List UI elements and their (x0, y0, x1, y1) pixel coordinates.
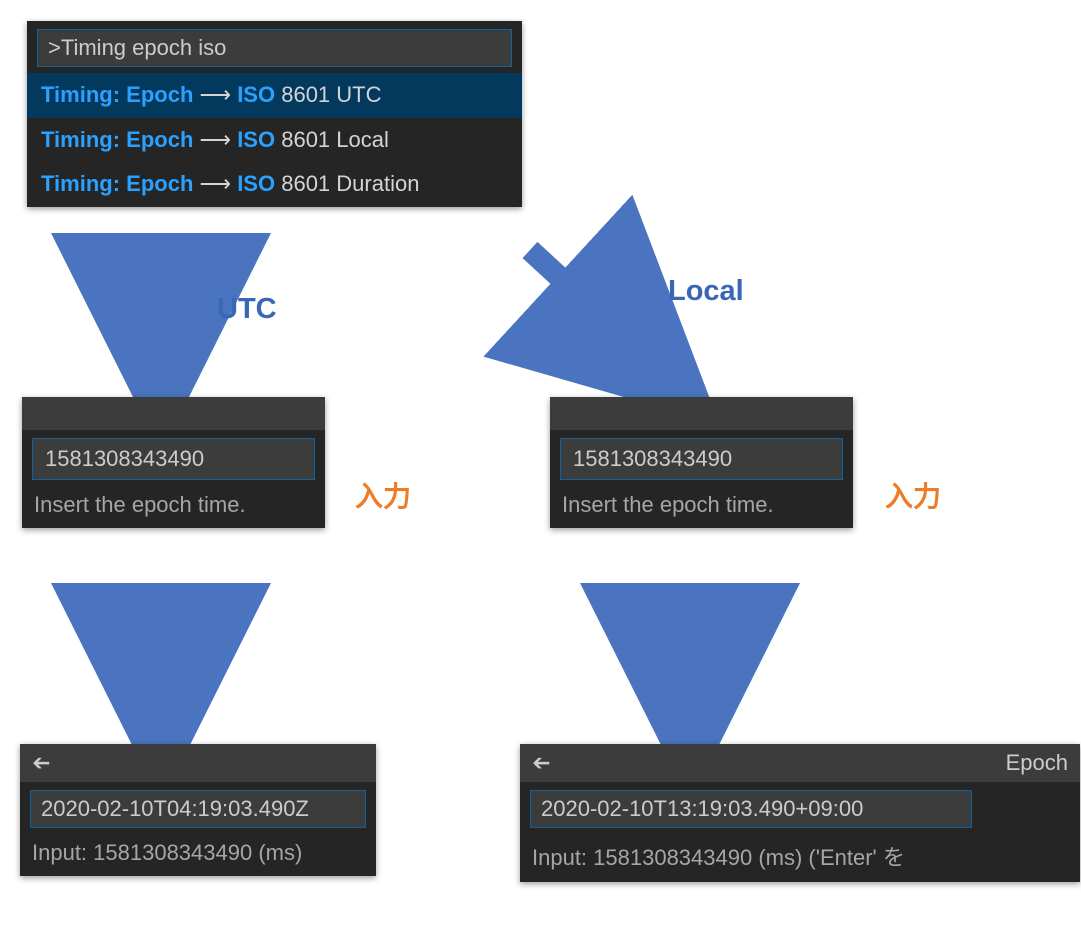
local-input-panel: Insert the epoch time. (550, 397, 853, 528)
jp-label-utc: 入力 (355, 475, 411, 515)
epoch-input-local[interactable] (560, 438, 843, 480)
epoch-input-utc[interactable] (32, 438, 315, 480)
branch-label-local: Local (668, 275, 744, 308)
utc-result-panel: ➔ 2020-02-10T04:19:03.490Z Input: 158130… (20, 744, 376, 876)
result-field-local[interactable]: 2020-02-10T13:19:03.490+09:00 (530, 790, 972, 828)
epoch-input-utc-field[interactable] (43, 445, 308, 473)
utc-input-panel: Insert the epoch time. (22, 397, 325, 528)
back-icon[interactable]: ➔ (532, 750, 550, 776)
titlebar (22, 397, 325, 430)
result-bar-local: ➔ Epoch (520, 744, 1080, 782)
command-palette: >Timing epoch iso Timing: Epoch ⟶ ISO 86… (27, 21, 522, 207)
command-palette-input[interactable]: >Timing epoch iso (37, 29, 512, 67)
result-hint-local: Input: 1581308343490 (ms) ('Enter' を (520, 834, 1080, 882)
back-icon[interactable]: ➔ (32, 750, 50, 776)
result-field-utc[interactable]: 2020-02-10T04:19:03.490Z (30, 790, 366, 828)
command-palette-list: Timing: Epoch ⟶ ISO 8601 UTC Timing: Epo… (27, 73, 522, 207)
command-item-duration[interactable]: Timing: Epoch ⟶ ISO 8601 Duration (27, 162, 522, 207)
jp-label-local: 入力 (885, 475, 941, 515)
command-item-local[interactable]: Timing: Epoch ⟶ ISO 8601 Local (27, 118, 522, 163)
result-title-right-local: Epoch (1006, 750, 1068, 776)
result-bar-utc: ➔ (20, 744, 376, 782)
command-item-utc[interactable]: Timing: Epoch ⟶ ISO 8601 UTC (27, 73, 522, 118)
epoch-hint-utc: Insert the epoch time. (22, 486, 325, 528)
epoch-input-local-field[interactable] (571, 445, 836, 473)
local-result-panel: ➔ Epoch 2020-02-10T13:19:03.490+09:00 In… (520, 744, 1080, 882)
titlebar (550, 397, 853, 430)
result-hint-utc: Input: 1581308343490 (ms) (20, 834, 376, 876)
epoch-hint-local: Insert the epoch time. (550, 486, 853, 528)
branch-label-utc: UTC (217, 293, 277, 326)
